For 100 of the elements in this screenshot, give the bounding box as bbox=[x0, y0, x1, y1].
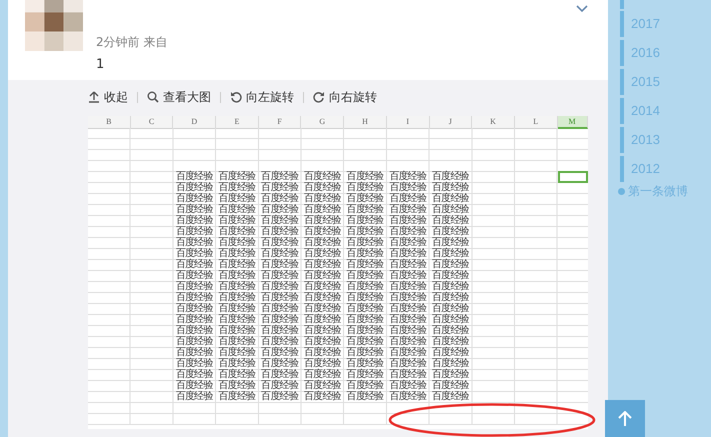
table-cell: 百度经验 bbox=[261, 315, 299, 325]
table-cell: 百度经验 bbox=[304, 337, 342, 347]
selected-cell[interactable] bbox=[558, 171, 588, 183]
table-cell: 百度经验 bbox=[346, 282, 384, 292]
column-header: M bbox=[558, 116, 588, 129]
table-cell: 百度经验 bbox=[389, 337, 428, 347]
table-cell: 百度经验 bbox=[304, 205, 342, 215]
timeline-link[interactable]: 第一条微博 bbox=[628, 183, 688, 200]
table-cell: 百度经验 bbox=[346, 227, 384, 237]
table-cell: 百度经验 bbox=[261, 370, 299, 380]
table-cell: 百度经验 bbox=[346, 315, 384, 325]
timeline-year[interactable]: 2014 bbox=[631, 103, 660, 118]
timeline-year[interactable]: 2015 bbox=[631, 74, 660, 89]
table-cell: 百度经验 bbox=[304, 315, 342, 325]
table-cell: 百度经验 bbox=[218, 260, 256, 270]
table-cell: 百度经验 bbox=[176, 227, 214, 237]
table-cell: 百度经验 bbox=[432, 348, 470, 358]
table-cell: 百度经验 bbox=[304, 348, 342, 358]
column-header: K bbox=[472, 116, 515, 129]
table-cell-text: 百度经验 bbox=[432, 172, 470, 182]
timeline-year[interactable]: 2013 bbox=[631, 132, 660, 147]
table-cell: 百度经验 bbox=[389, 249, 428, 259]
table-cell: 百度经验 bbox=[346, 392, 384, 402]
table-cell: 百度经验 bbox=[218, 194, 256, 204]
table-cell: 百度经验 bbox=[176, 381, 214, 391]
table-cell: 百度经验 bbox=[218, 348, 256, 358]
table-cell: 百度经验 bbox=[218, 370, 256, 380]
post-time: 2分钟前 来自 bbox=[96, 34, 168, 51]
table-cell: 百度经验 bbox=[261, 238, 299, 248]
table-cell: 百度经验 bbox=[346, 359, 384, 369]
table-cell: 百度经验 bbox=[261, 381, 299, 391]
column-header: E bbox=[216, 116, 259, 129]
search-icon bbox=[147, 91, 159, 103]
table-cell: 百度经验 bbox=[389, 348, 428, 358]
table-cell: 百度经验 bbox=[346, 326, 384, 336]
table-cell: 百度经验 bbox=[432, 227, 470, 237]
timeline-year[interactable]: 2017 bbox=[631, 16, 660, 31]
table-cell: 百度经验 bbox=[432, 304, 470, 314]
table-cell: 百度经验 bbox=[389, 216, 428, 226]
table-cell: 百度经验 bbox=[389, 359, 428, 369]
toolbar-button[interactable]: 查看大图 bbox=[147, 88, 211, 106]
table-cell-text: 百度经验 bbox=[346, 172, 384, 182]
column-header: L bbox=[514, 116, 558, 129]
table-cell: 百度经验 bbox=[218, 238, 256, 248]
table-cell: 百度经验 bbox=[176, 271, 214, 281]
table-cell: 百度经验 bbox=[176, 348, 214, 358]
table-cell: 百度经验 bbox=[261, 216, 299, 226]
toolbar-button[interactable]: 向左旋转 bbox=[230, 88, 294, 106]
timeline-dot bbox=[618, 188, 625, 195]
table-cell: 百度经验 bbox=[218, 183, 256, 193]
table-cell: 百度经验 bbox=[389, 271, 428, 281]
table-cell-text: 百度经验 bbox=[176, 172, 214, 182]
timeline-year[interactable]: 2016 bbox=[631, 45, 660, 60]
toolbar-button[interactable]: 向右旋转 bbox=[313, 88, 377, 106]
column-header: I bbox=[386, 116, 430, 129]
arrow-up-icon bbox=[618, 410, 632, 426]
table-cell: 百度经验 bbox=[304, 216, 342, 226]
table-cell: 百度经验 bbox=[261, 271, 299, 281]
table-cell: 百度经验 bbox=[261, 194, 299, 204]
table-cell-text: 百度经验 bbox=[218, 172, 256, 182]
table-cell: 百度经验 bbox=[304, 260, 342, 270]
table-cell: 百度经验 bbox=[389, 260, 428, 270]
table-cell: 百度经验 bbox=[432, 271, 470, 281]
table-cell: 百度经验 bbox=[432, 238, 470, 248]
table-cell: 百度经验 bbox=[432, 315, 470, 325]
table-cell: 百度经验 bbox=[261, 359, 299, 369]
table-cell: 百度经验 bbox=[176, 216, 214, 226]
table-cell: 百度经验 bbox=[176, 392, 214, 402]
chevron-down-icon[interactable] bbox=[576, 5, 588, 13]
table-cell: 百度经验 bbox=[304, 249, 342, 259]
table-cell: 百度经验 bbox=[261, 348, 299, 358]
table-cell: 百度经验 bbox=[176, 337, 214, 347]
table-cell: 百度经验 bbox=[304, 359, 342, 369]
table-cell: 百度经验 bbox=[432, 282, 470, 292]
table-cell: 百度经验 bbox=[346, 194, 384, 204]
table-cell: 百度经验 bbox=[389, 194, 428, 204]
table-cell: 百度经验 bbox=[218, 271, 256, 281]
toolbar-button[interactable]: 收起 bbox=[88, 88, 128, 106]
table-cell: 百度经验 bbox=[261, 282, 299, 292]
table-cell: 百度经验 bbox=[261, 205, 299, 215]
table-cell: 百度经验 bbox=[389, 326, 428, 336]
table-cell: 百度经验 bbox=[346, 271, 384, 281]
table-cell: 百度经验 bbox=[389, 315, 428, 325]
table-cell: 百度经验 bbox=[304, 227, 342, 237]
table-cell: 百度经验 bbox=[346, 293, 384, 303]
back-to-top-button[interactable] bbox=[605, 400, 645, 437]
timeline-year[interactable]: 2012 bbox=[631, 161, 660, 176]
table-cell: 百度经验 bbox=[346, 348, 384, 358]
table-cell: 百度经验 bbox=[432, 216, 470, 226]
table-cell: 百度经验 bbox=[432, 326, 470, 336]
table-cell: 百度经验 bbox=[218, 282, 256, 292]
table-cell: 百度经验 bbox=[432, 194, 470, 204]
table-cell: 百度经验 bbox=[176, 370, 214, 380]
table-cell: 百度经验 bbox=[432, 392, 470, 402]
table-cell: 百度经验 bbox=[218, 381, 256, 391]
table-cell: 百度经验 bbox=[304, 293, 342, 303]
post-text: 1 bbox=[96, 57, 106, 72]
table-cell: 百度经验 bbox=[432, 370, 470, 380]
table-cell: 百度经验 bbox=[432, 205, 470, 215]
table-cell: 百度经验 bbox=[261, 326, 299, 336]
